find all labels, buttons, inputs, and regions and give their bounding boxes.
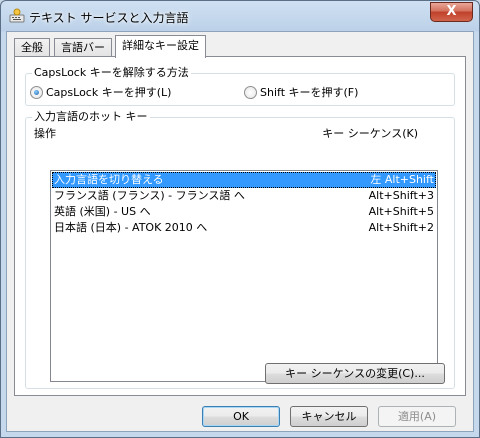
radio-label: Shift キーを押す(F)	[260, 86, 359, 99]
radio-label: CapsLock キーを押す(L)	[46, 86, 172, 99]
list-item-sequence: 左 Alt+Shift	[370, 173, 434, 186]
dialog-client: 全般 言語バー 詳細なキー設定 CapsLock キーを解除する方法 CapsL…	[6, 31, 474, 432]
tab-label: 全般	[21, 41, 43, 54]
tab-label: 詳細なキー設定	[122, 39, 199, 52]
capslock-radio-shift[interactable]: Shift キーを押す(F)	[244, 84, 358, 100]
tab-general[interactable]: 全般	[14, 38, 50, 57]
button-label: 適用(A)	[397, 410, 437, 423]
list-item-action: 入力言語を切り替える	[54, 173, 164, 186]
list-item-action: フランス語 (フランス) - フランス語 へ	[54, 189, 245, 202]
button-label: キャンセル	[301, 410, 357, 423]
close-button[interactable]: X	[430, 2, 473, 22]
list-item-sequence: Alt+Shift+3	[368, 189, 434, 202]
capslock-group: CapsLock キーを解除する方法 CapsLock キーを押す(L) Shi…	[25, 66, 455, 106]
button-label: OK	[233, 410, 249, 423]
capslock-group-label: CapsLock キーを解除する方法	[32, 66, 191, 80]
change-key-sequence-button[interactable]: キー シーケンスの変更(C)...	[265, 363, 445, 384]
cancel-button[interactable]: キャンセル	[290, 406, 368, 427]
hotkeys-group-label: 入力言語のホット キー	[32, 110, 150, 124]
tab-label: 言語バー	[61, 41, 105, 54]
text-services-icon	[9, 8, 25, 23]
list-item[interactable]: 日本語 (日本) - ATOK 2010 へ Alt+Shift+2	[52, 220, 436, 236]
capslock-radio-capslock[interactable]: CapsLock キーを押す(L)	[30, 84, 171, 100]
list-item[interactable]: 入力言語を切り替える 左 Alt+Shift	[52, 172, 436, 188]
radio-checked-icon	[30, 85, 43, 99]
close-icon: X	[446, 4, 457, 19]
list-item[interactable]: 英語 (米国) - US へ Alt+Shift+5	[52, 204, 436, 220]
tab-language-bar[interactable]: 言語バー	[54, 38, 112, 57]
list-item-sequence: Alt+Shift+2	[368, 221, 434, 234]
tab-panel: CapsLock キーを解除する方法 CapsLock キーを押す(L) Shi…	[14, 56, 466, 396]
list-item-sequence: Alt+Shift+5	[368, 205, 434, 218]
dialog-window: テキスト サービスと入力言語 X 全般 言語バー 詳細なキー設定 CapsLoc…	[0, 0, 480, 438]
window-title: テキスト サービスと入力言語	[29, 11, 189, 25]
radio-unchecked-icon	[244, 85, 257, 99]
button-label: キー シーケンスの変更(C)...	[285, 367, 425, 380]
column-header-action: 操作	[34, 127, 56, 140]
title-bar[interactable]: テキスト サービスと入力言語 X	[1, 1, 479, 32]
list-item-action: 英語 (米国) - US へ	[54, 205, 151, 218]
tab-advanced-key-settings[interactable]: 詳細なキー設定	[115, 35, 206, 58]
column-header-sequence: キー シーケンス(K)	[322, 127, 418, 140]
hotkey-list[interactable]: 入力言語を切り替える 左 Alt+Shift フランス語 (フランス) - フラ…	[50, 170, 438, 382]
ok-button[interactable]: OK	[202, 406, 280, 427]
apply-button[interactable]: 適用(A)	[378, 406, 456, 427]
list-item-action: 日本語 (日本) - ATOK 2010 へ	[54, 221, 208, 234]
list-item[interactable]: フランス語 (フランス) - フランス語 へ Alt+Shift+3	[52, 188, 436, 204]
